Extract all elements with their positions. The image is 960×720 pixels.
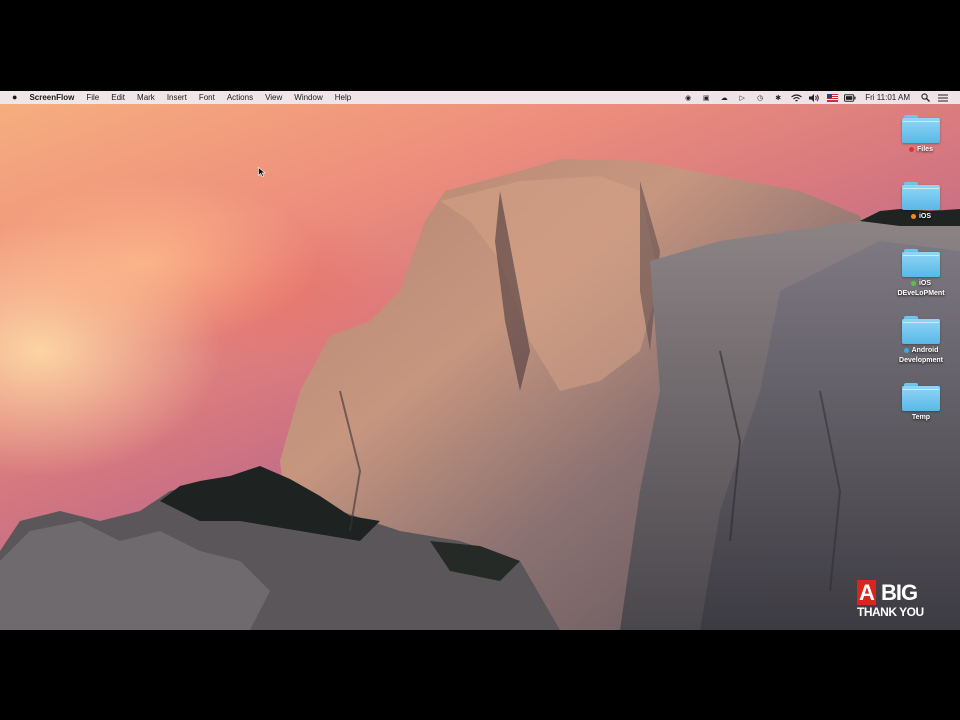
folder-icon bbox=[902, 182, 940, 210]
cloud-icon[interactable]: ☁ bbox=[718, 93, 730, 102]
menu-insert[interactable]: Insert bbox=[161, 91, 193, 104]
menu-font[interactable]: Font bbox=[193, 91, 221, 104]
menu-clock[interactable]: Fri 11:01 AM bbox=[859, 93, 916, 102]
desktop-folder-ios[interactable]: iOS bbox=[886, 182, 956, 222]
thank-you-watermark-logo: A BIG THANK YOU bbox=[857, 580, 953, 625]
desktop-folder-android-development[interactable]: Android Development bbox=[886, 316, 956, 366]
orange-tag-icon bbox=[910, 213, 916, 219]
status-menus: ◉ ▣ ☁ ▷ ◷ ✱ Fri 11:01 AM bbox=[679, 91, 952, 104]
menu-help[interactable]: Help bbox=[329, 91, 357, 104]
menu-file[interactable]: File bbox=[80, 91, 105, 104]
desktop-screen: ● ScreenFlow File Edit Mark Insert Font … bbox=[0, 91, 960, 630]
blue-tag-icon bbox=[903, 347, 909, 353]
red-tag-icon bbox=[909, 146, 915, 152]
flag-icon[interactable] bbox=[826, 93, 838, 102]
folder-label-line-1: iOS bbox=[918, 280, 932, 287]
wifi-icon[interactable] bbox=[790, 93, 802, 102]
menu-window[interactable]: Window bbox=[288, 91, 328, 104]
bluetooth-icon[interactable]: ✱ bbox=[772, 93, 784, 102]
watermark-bottom-text: THANK YOU bbox=[857, 605, 924, 619]
desktop-folder-temp[interactable]: Temp bbox=[886, 383, 956, 423]
mouse-pointer-icon bbox=[258, 167, 266, 177]
desktop-folder-ios-development[interactable]: iOS DEveLoPMent bbox=[886, 249, 956, 299]
spotlight-search-icon[interactable] bbox=[919, 93, 931, 102]
folder-label: Files bbox=[917, 146, 933, 153]
folder-icon bbox=[902, 249, 940, 277]
status-app-icon[interactable]: ◉ bbox=[682, 93, 694, 102]
menu-mark[interactable]: Mark bbox=[131, 91, 161, 104]
apple-menu-icon[interactable]: ● bbox=[0, 91, 23, 104]
folder-label: iOS bbox=[918, 213, 932, 220]
wallpaper-mountain-image bbox=[0, 159, 960, 630]
folder-label-line-1: Android bbox=[911, 347, 939, 354]
volume-icon[interactable] bbox=[808, 93, 820, 102]
menu-bar: ● ScreenFlow File Edit Mark Insert Font … bbox=[0, 91, 960, 104]
folder-icon bbox=[902, 383, 940, 411]
desktop-folder-files[interactable]: Files bbox=[886, 115, 956, 155]
time-machine-icon[interactable]: ◷ bbox=[754, 93, 766, 102]
menu-actions[interactable]: Actions bbox=[221, 91, 259, 104]
watermark-top-text: A BIG bbox=[857, 580, 918, 605]
watermark-red-letter: A bbox=[857, 580, 876, 605]
folder-icon bbox=[902, 115, 940, 143]
folder-label: Temp bbox=[911, 414, 931, 421]
folder-icon bbox=[902, 316, 940, 344]
notification-center-icon[interactable] bbox=[937, 93, 949, 102]
menu-app-name[interactable]: ScreenFlow bbox=[23, 91, 80, 104]
folder-label-line-2: Development bbox=[899, 357, 943, 364]
menu-edit[interactable]: Edit bbox=[105, 91, 131, 104]
text-input-icon[interactable]: ▣ bbox=[700, 93, 712, 102]
green-tag-icon bbox=[910, 280, 916, 286]
battery-icon[interactable] bbox=[844, 93, 856, 102]
menu-view[interactable]: View bbox=[259, 91, 288, 104]
screen-record-icon[interactable]: ▷ bbox=[736, 93, 748, 102]
folder-label-line-2: DEveLoPMent bbox=[897, 290, 945, 297]
